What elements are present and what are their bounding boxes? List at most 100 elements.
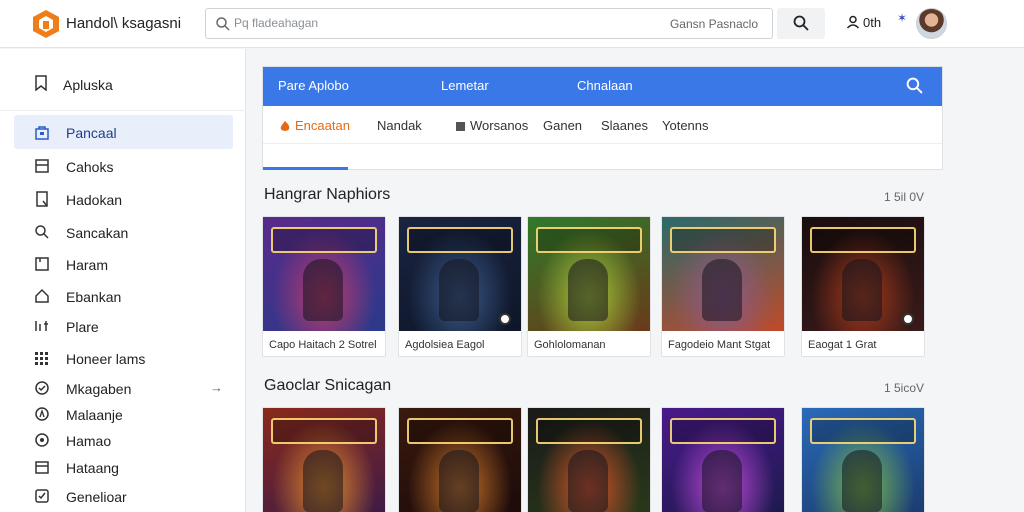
account-menu[interactable]: 0th <box>846 15 881 30</box>
sidebar-header-label: Apluska <box>63 77 113 93</box>
game-card[interactable]: Fagodeio Mant Stgat <box>661 216 785 357</box>
game-thumbnail[interactable] <box>528 408 650 512</box>
game-thumbnail[interactable] <box>399 217 521 331</box>
magnifier-icon <box>793 15 809 31</box>
tab-2[interactable]: Chnalaan <box>577 78 633 93</box>
game-character <box>842 259 882 321</box>
game-caption: Agdolsiea Eagol <box>405 339 485 351</box>
sidebar-item-label: Mkagaben <box>66 381 132 397</box>
game-card[interactable] <box>398 407 522 512</box>
tab-1[interactable]: Lemetar <box>441 78 489 93</box>
user-icon <box>846 15 860 29</box>
game-card[interactable] <box>661 407 785 512</box>
search-icon <box>216 17 230 31</box>
app-title: Handol\ ksagasni <box>66 15 182 32</box>
section-title: Gaoclar Snicagan <box>264 377 392 394</box>
filter-1[interactable]: Nandak <box>377 118 422 133</box>
game-logo-banner <box>670 227 776 253</box>
game-card[interactable]: Gohlolomanan <box>527 216 651 357</box>
sidebar-item-12[interactable]: Genelioar <box>14 479 233 512</box>
game-character <box>303 259 343 321</box>
filter-2[interactable]: Worsanos <box>455 118 528 133</box>
bookmark-icon <box>35 75 47 91</box>
box-icon <box>35 159 49 173</box>
square-icon <box>35 257 49 271</box>
sidebar-item-3[interactable]: Sancakan <box>14 215 233 249</box>
game-caption: Gohlolomanan <box>534 339 606 351</box>
game-character <box>842 450 882 512</box>
filter-bar: Encaatan Nandak Worsanos Ganen Slaanes Y… <box>263 106 942 144</box>
arrow-right-icon[interactable]: → <box>210 380 223 395</box>
game-thumbnail[interactable] <box>802 408 924 512</box>
document-icon <box>36 191 48 207</box>
game-thumbnail[interactable] <box>399 408 521 512</box>
compass-icon <box>35 407 49 421</box>
category-panel: Pare Aplobo Lemetar Chnalaan Encaatan Na… <box>262 66 943 170</box>
sidebar-item-label: Honeer lams <box>66 351 146 367</box>
panel-tab-bar: Pare Aplobo Lemetar Chnalaan <box>263 67 942 106</box>
game-caption: Eaogat 1 Grat <box>808 339 877 351</box>
circle-check-icon <box>35 381 49 395</box>
game-logo-banner <box>810 418 916 444</box>
bag-icon <box>35 126 49 140</box>
game-thumbnail[interactable] <box>802 217 924 331</box>
search-button[interactable] <box>777 8 825 39</box>
sidebar-item-7[interactable]: Honeer lams <box>14 341 233 375</box>
sidebar-item-label: Pancaal <box>66 125 117 141</box>
sidebar-item-1[interactable]: Cahoks <box>14 149 233 183</box>
tab-0[interactable]: Pare Aplobo <box>278 78 349 93</box>
game-caption: Capo Haitach 2 Sotrel <box>269 339 377 351</box>
sidebar-header[interactable]: Apluska <box>0 49 246 111</box>
filter-4[interactable]: Slaanes <box>601 118 648 133</box>
panel-search-icon[interactable] <box>906 77 923 94</box>
filter-label-2: Worsanos <box>470 118 529 133</box>
filter-5[interactable]: Yotenns <box>662 118 709 133</box>
game-character <box>303 450 343 512</box>
game-character <box>439 450 479 512</box>
star-icon[interactable]: ✶ <box>897 11 907 25</box>
game-card[interactable]: Capo Haitach 2 Sotrel <box>262 216 386 357</box>
game-caption: Fagodeio Mant Stgat <box>668 339 771 351</box>
game-card[interactable] <box>801 407 925 512</box>
game-logo-banner <box>271 418 377 444</box>
game-card[interactable]: Eaogat 1 Grat <box>801 216 925 357</box>
search-box[interactable]: Gansn Pasnaclo <box>205 8 773 39</box>
game-logo-banner <box>536 227 642 253</box>
game-thumbnail[interactable] <box>528 217 650 331</box>
section-meta[interactable]: 1 5icoV <box>884 381 924 395</box>
target-icon <box>35 433 49 447</box>
sidebar-item-5[interactable]: Ebankan <box>14 279 233 313</box>
game-thumbnail[interactable] <box>662 217 784 331</box>
game-card[interactable]: Agdolsiea Eagol <box>398 216 522 357</box>
sidebar-item-label: Cahoks <box>66 159 114 175</box>
search-input[interactable] <box>234 16 614 30</box>
game-card[interactable] <box>527 407 651 512</box>
text-icon <box>35 321 48 331</box>
sidebar-item-label: Haram <box>66 257 109 273</box>
app-logo-icon[interactable] <box>32 9 60 39</box>
sidebar-item-label: Malaanje <box>66 407 123 423</box>
game-thumbnail[interactable] <box>263 217 385 331</box>
sidebar-item-2[interactable]: Hadokan <box>14 182 233 216</box>
sidebar-item-label: Genelioar <box>66 489 127 505</box>
search-hint: Gansn Pasnaclo <box>669 17 758 31</box>
game-logo-banner <box>407 418 513 444</box>
avatar[interactable] <box>916 8 947 39</box>
filter-0[interactable]: Encaatan <box>279 118 350 133</box>
game-thumbnail[interactable] <box>662 408 784 512</box>
game-character <box>702 259 742 321</box>
game-card[interactable] <box>262 407 386 512</box>
square-filter-icon <box>456 122 465 131</box>
game-logo-banner <box>670 418 776 444</box>
sidebar-item-6[interactable]: Plare <box>14 309 233 343</box>
sidebar-item-4[interactable]: Haram <box>14 247 233 281</box>
game-character <box>439 259 479 321</box>
sidebar: Apluska Pancaal Cahoks Hadokan Sancakan Hara… <box>0 49 246 512</box>
game-thumbnail[interactable] <box>263 408 385 512</box>
filter-3[interactable]: Ganen <box>543 118 582 133</box>
account-label: 0th <box>863 15 882 30</box>
game-character <box>702 450 742 512</box>
sidebar-item-label: Hataang <box>66 460 119 476</box>
section-meta[interactable]: 1 5il 0V <box>884 190 924 204</box>
sidebar-item-0[interactable]: Pancaal <box>14 115 233 149</box>
